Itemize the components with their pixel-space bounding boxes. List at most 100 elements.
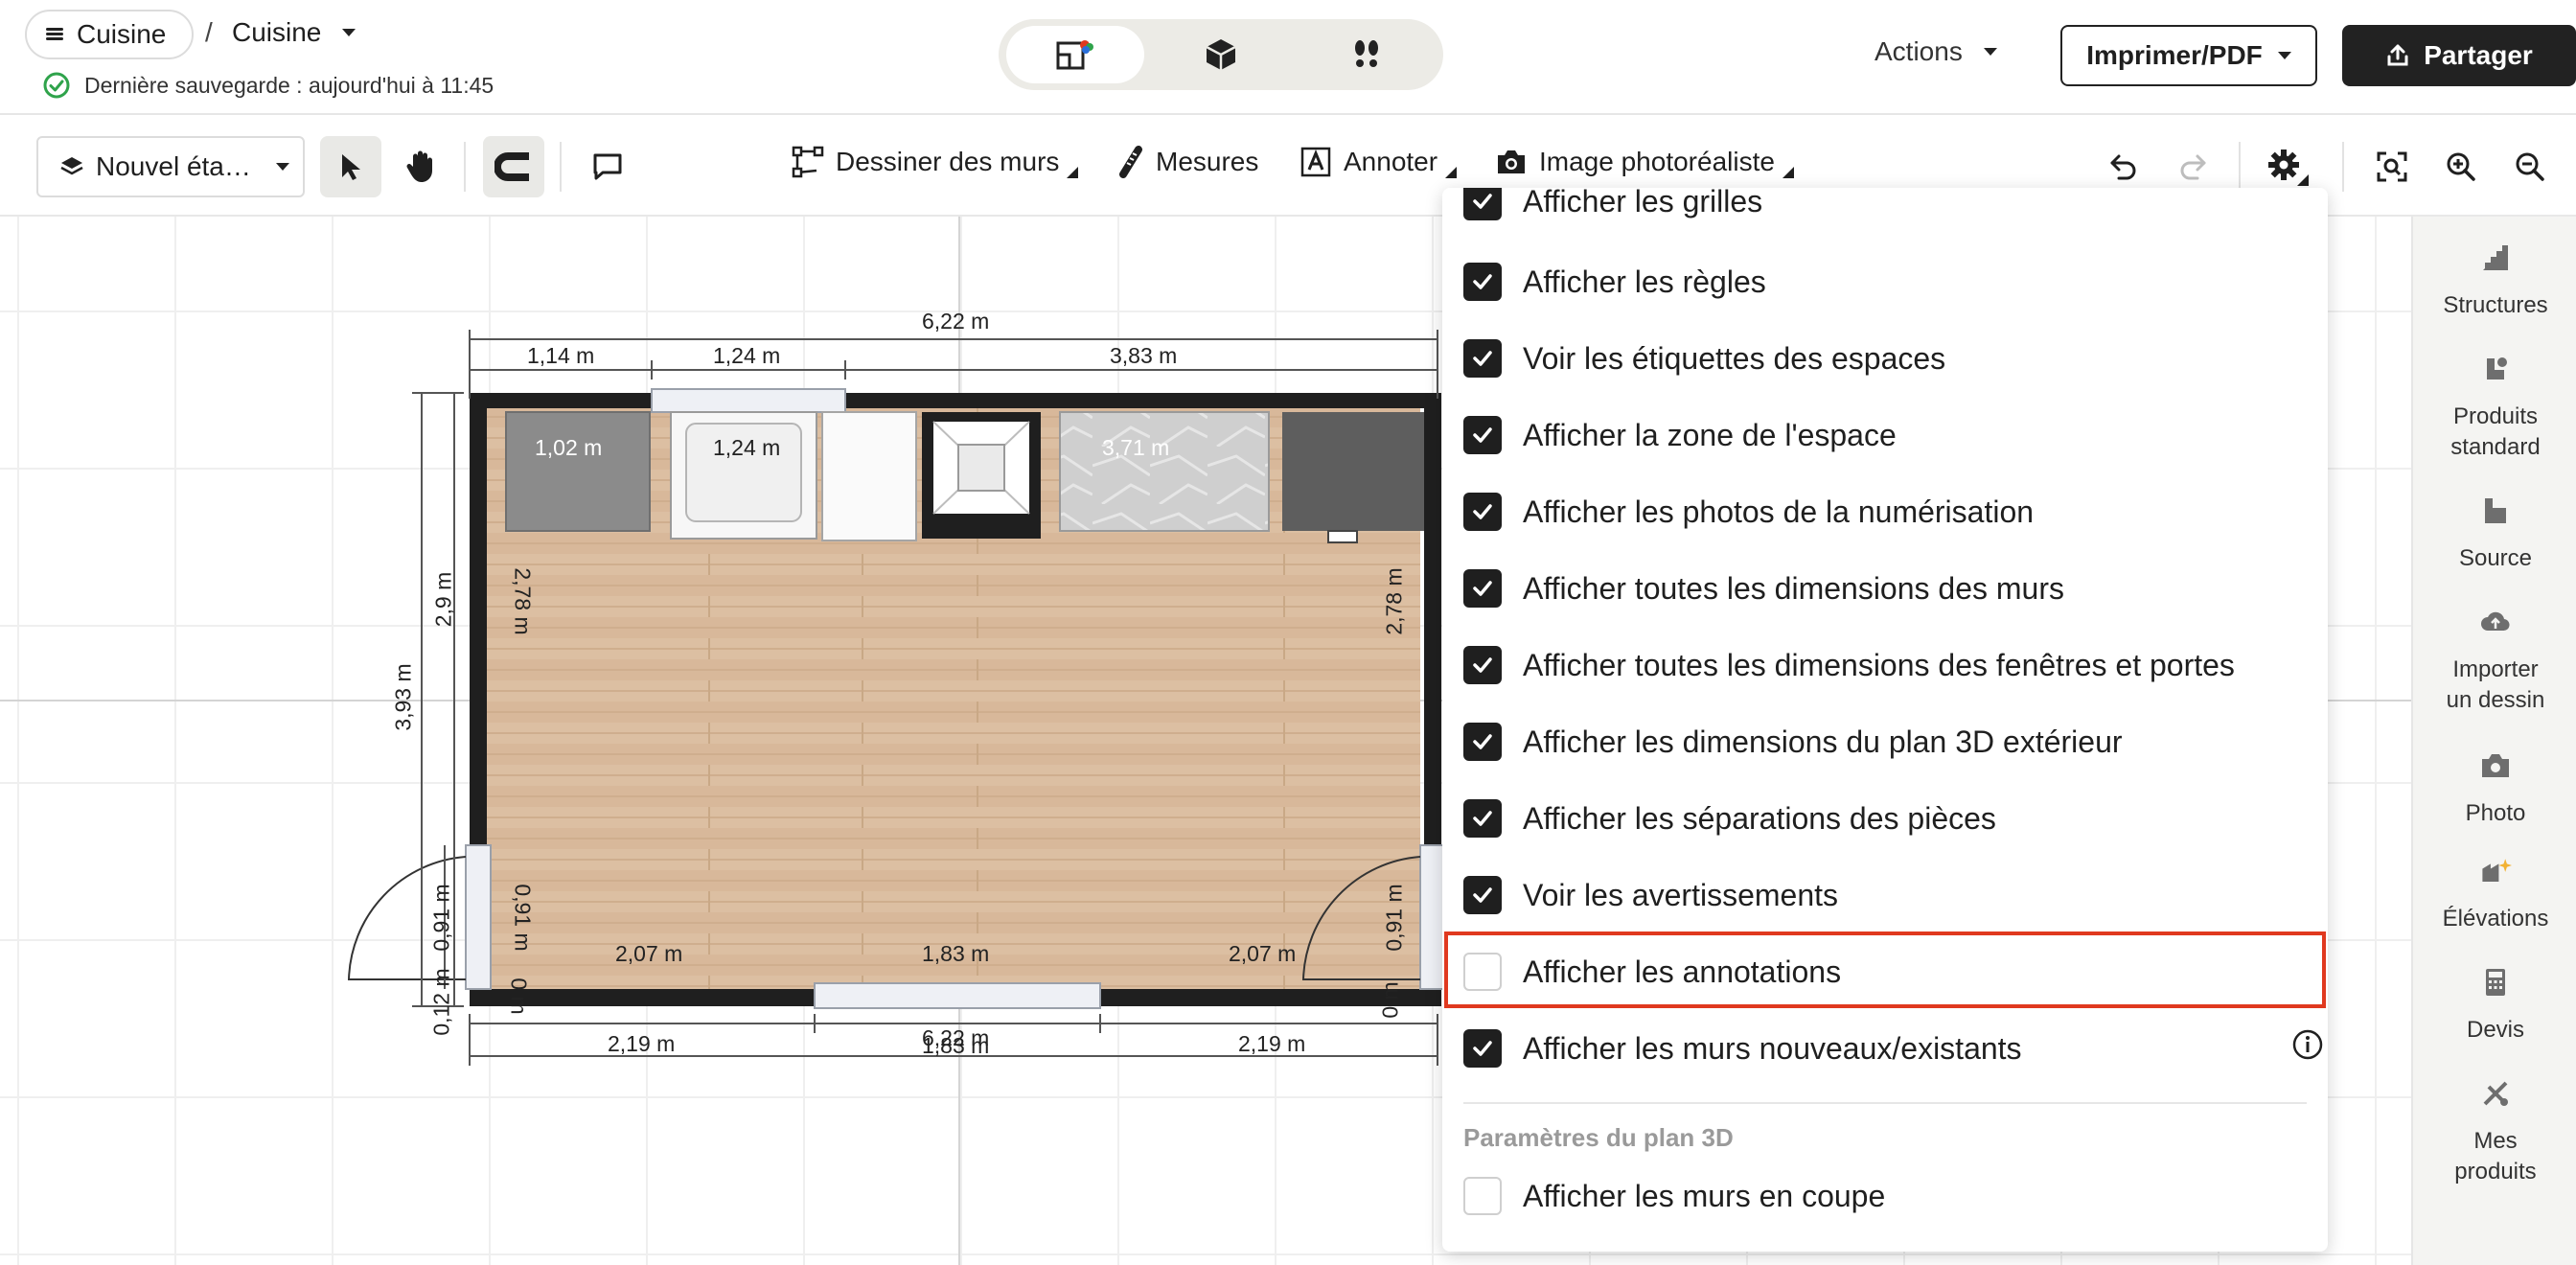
stairs-icon <box>2483 245 2508 270</box>
magnet-snap-tool[interactable] <box>483 136 544 197</box>
checkbox-checked[interactable] <box>1463 188 1502 220</box>
checkbox-checked[interactable] <box>1463 416 1502 454</box>
actions-label: Actions <box>1874 36 1963 66</box>
checkmark-icon <box>1473 274 1492 289</box>
dim-bottom-outer-1: 2,19 m <box>608 1031 676 1056</box>
select-tool[interactable] <box>320 136 381 197</box>
chevron-down-icon <box>2277 52 2291 59</box>
checkmark-icon <box>1473 657 1492 673</box>
checkmark-icon <box>1473 427 1492 443</box>
draw-walls-button[interactable]: Dessiner des murs <box>792 146 1079 178</box>
option-label: Afficher les photos de la numérisation <box>1523 494 2035 529</box>
option-label: Voir les avertissements <box>1523 877 1839 912</box>
checkbox-checked[interactable] <box>1463 263 1502 301</box>
settings-option[interactable]: Afficher toutes les dimensions des murs <box>1463 560 2064 617</box>
sidebar-item-structures[interactable]: Structures <box>2413 242 2576 321</box>
camera-icon <box>1498 150 1525 173</box>
project-name-dropdown[interactable]: Cuisine <box>232 17 356 48</box>
settings-option[interactable]: Afficher les murs nouveaux/existants <box>1463 1020 2323 1077</box>
settings-option[interactable]: Afficher toutes les dimensions des fenêt… <box>1463 636 2235 694</box>
elevation-icon <box>2482 859 2512 883</box>
project-name: Cuisine <box>232 17 322 47</box>
settings-option[interactable]: Voir les avertissements <box>1463 866 1838 924</box>
info-icon[interactable] <box>2291 1028 2324 1069</box>
sidebar-item-source[interactable]: Source <box>2413 494 2576 574</box>
checkbox-checked[interactable] <box>1463 799 1502 838</box>
view-walkthrough-button[interactable] <box>1298 26 1436 83</box>
calculator-icon <box>2486 969 2505 996</box>
checkbox-checked[interactable] <box>1463 876 1502 914</box>
magnet-icon <box>494 152 529 181</box>
settings-option[interactable]: Afficher les séparations des pièces <box>1463 790 1996 847</box>
annotate-button[interactable]: Annoter <box>1300 146 1458 178</box>
settings-option[interactable]: Voir les étiquettes des espaces <box>1463 330 1945 387</box>
sidebar-item-produits-standard[interactable]: Produits standard <box>2413 353 2576 463</box>
checkbox-checked[interactable] <box>1463 339 1502 378</box>
zoom-out-button[interactable] <box>2499 136 2561 197</box>
checkbox-checked[interactable] <box>1463 646 1502 684</box>
view-2d-button[interactable] <box>1006 26 1144 83</box>
option-show-cut-walls[interactable]: Afficher les murs en coupe <box>1463 1167 1885 1225</box>
sidebar-item-label: Mes produits <box>2454 1128 2537 1184</box>
option-label: Afficher les murs nouveaux/existants <box>1523 1030 2022 1066</box>
corner-expand-icon <box>1782 167 1794 178</box>
checkbox-unchecked[interactable] <box>1463 1177 1502 1215</box>
settings-option[interactable]: Afficher les dimensions du plan 3D extér… <box>1463 713 2123 770</box>
dim-inner-top-3: 3,71 m <box>1102 435 1170 460</box>
comment-tool[interactable] <box>577 136 638 197</box>
option-label: Afficher les dimensions du plan 3D extér… <box>1523 724 2123 759</box>
dim-left-outer: 3,93 m <box>390 663 416 731</box>
zoom-in-button[interactable] <box>2430 136 2492 197</box>
focus-frame-icon <box>2377 151 2407 182</box>
floor-label: Nouvel éta… <box>96 151 251 181</box>
highlight-box <box>1444 932 2326 1008</box>
checkbox-checked[interactable] <box>1463 723 1502 761</box>
measures-button[interactable]: Mesures <box>1117 146 1258 178</box>
checkbox-checked[interactable] <box>1463 1029 1502 1068</box>
checkmark-icon <box>1473 887 1492 903</box>
my-products-icon <box>2483 1081 2508 1106</box>
chevron-down-icon <box>275 163 289 171</box>
furniture-icon <box>2487 357 2507 380</box>
pan-tool[interactable] <box>389 136 450 197</box>
option-label: Afficher les grilles <box>1523 188 1763 218</box>
fit-view-button[interactable] <box>2361 136 2423 197</box>
option-label: Afficher toutes les dimensions des fenêt… <box>1523 647 2235 682</box>
checkmark-icon <box>1473 811 1492 826</box>
checkbox-checked[interactable] <box>1463 493 1502 531</box>
sidebar-item-elevations[interactable]: Élévations <box>2413 855 2576 934</box>
option-show-grids[interactable]: Afficher les grilles <box>1463 188 1762 230</box>
settings-option[interactable]: Afficher la zone de l'espace <box>1463 406 1897 464</box>
dim-left-door-a: 0,91 m <box>428 884 454 952</box>
floor-selector[interactable]: Nouvel éta… <box>36 136 305 197</box>
corner-expand-icon <box>1067 167 1079 178</box>
sidebar-item-importer-un-dessin[interactable]: Importer un dessin <box>2413 606 2576 716</box>
print-pdf-button[interactable]: Imprimer/PDF <box>2060 25 2317 86</box>
option-label: Afficher les murs en coupe <box>1523 1178 1886 1213</box>
corner-expand-icon <box>1445 167 1458 178</box>
dim-bottom-inner-2: 1,83 m <box>922 941 990 966</box>
project-menu-button[interactable]: Cuisine <box>25 10 194 59</box>
right-sidebar: Structures Produits standard Source Impo… <box>2411 217 2576 1265</box>
sidebar-item-photo[interactable]: Photo <box>2413 749 2576 829</box>
view-3d-button[interactable] <box>1152 26 1290 83</box>
sidebar-item-mes-produits[interactable]: Mes produits <box>2413 1077 2576 1187</box>
dim-zero-right: 0 m <box>1377 981 1403 1019</box>
section-title-3d: Paramètres du plan 3D <box>1463 1123 1734 1152</box>
save-status: Dernière sauvegarde : aujourd'hui à 11:4… <box>42 71 494 100</box>
share-button[interactable]: Partager <box>2342 25 2576 86</box>
dim-bottom-outer-2: 1,83 m <box>922 1033 990 1058</box>
settings-option[interactable]: Afficher les photos de la numérisation <box>1463 483 2034 540</box>
settings-option[interactable]: Afficher les règles <box>1463 253 1766 310</box>
checkbox-checked[interactable] <box>1463 569 1502 608</box>
actions-menu[interactable]: Actions <box>1874 36 1997 67</box>
sidebar-item-label: Produits standard <box>2450 403 2541 460</box>
toolbar-divider <box>464 142 466 192</box>
chevron-down-icon <box>1983 48 1997 56</box>
sidebar-item-devis[interactable]: Devis <box>2413 966 2576 1046</box>
photo-render-button[interactable]: Image photoréaliste <box>1495 146 1794 178</box>
project-menu-label: Cuisine <box>77 19 167 49</box>
dim-left-inner: 2,78 m <box>510 567 536 635</box>
draw-walls-label: Dessiner des murs <box>836 147 1060 176</box>
option-label: Afficher la zone de l'espace <box>1523 417 1897 452</box>
